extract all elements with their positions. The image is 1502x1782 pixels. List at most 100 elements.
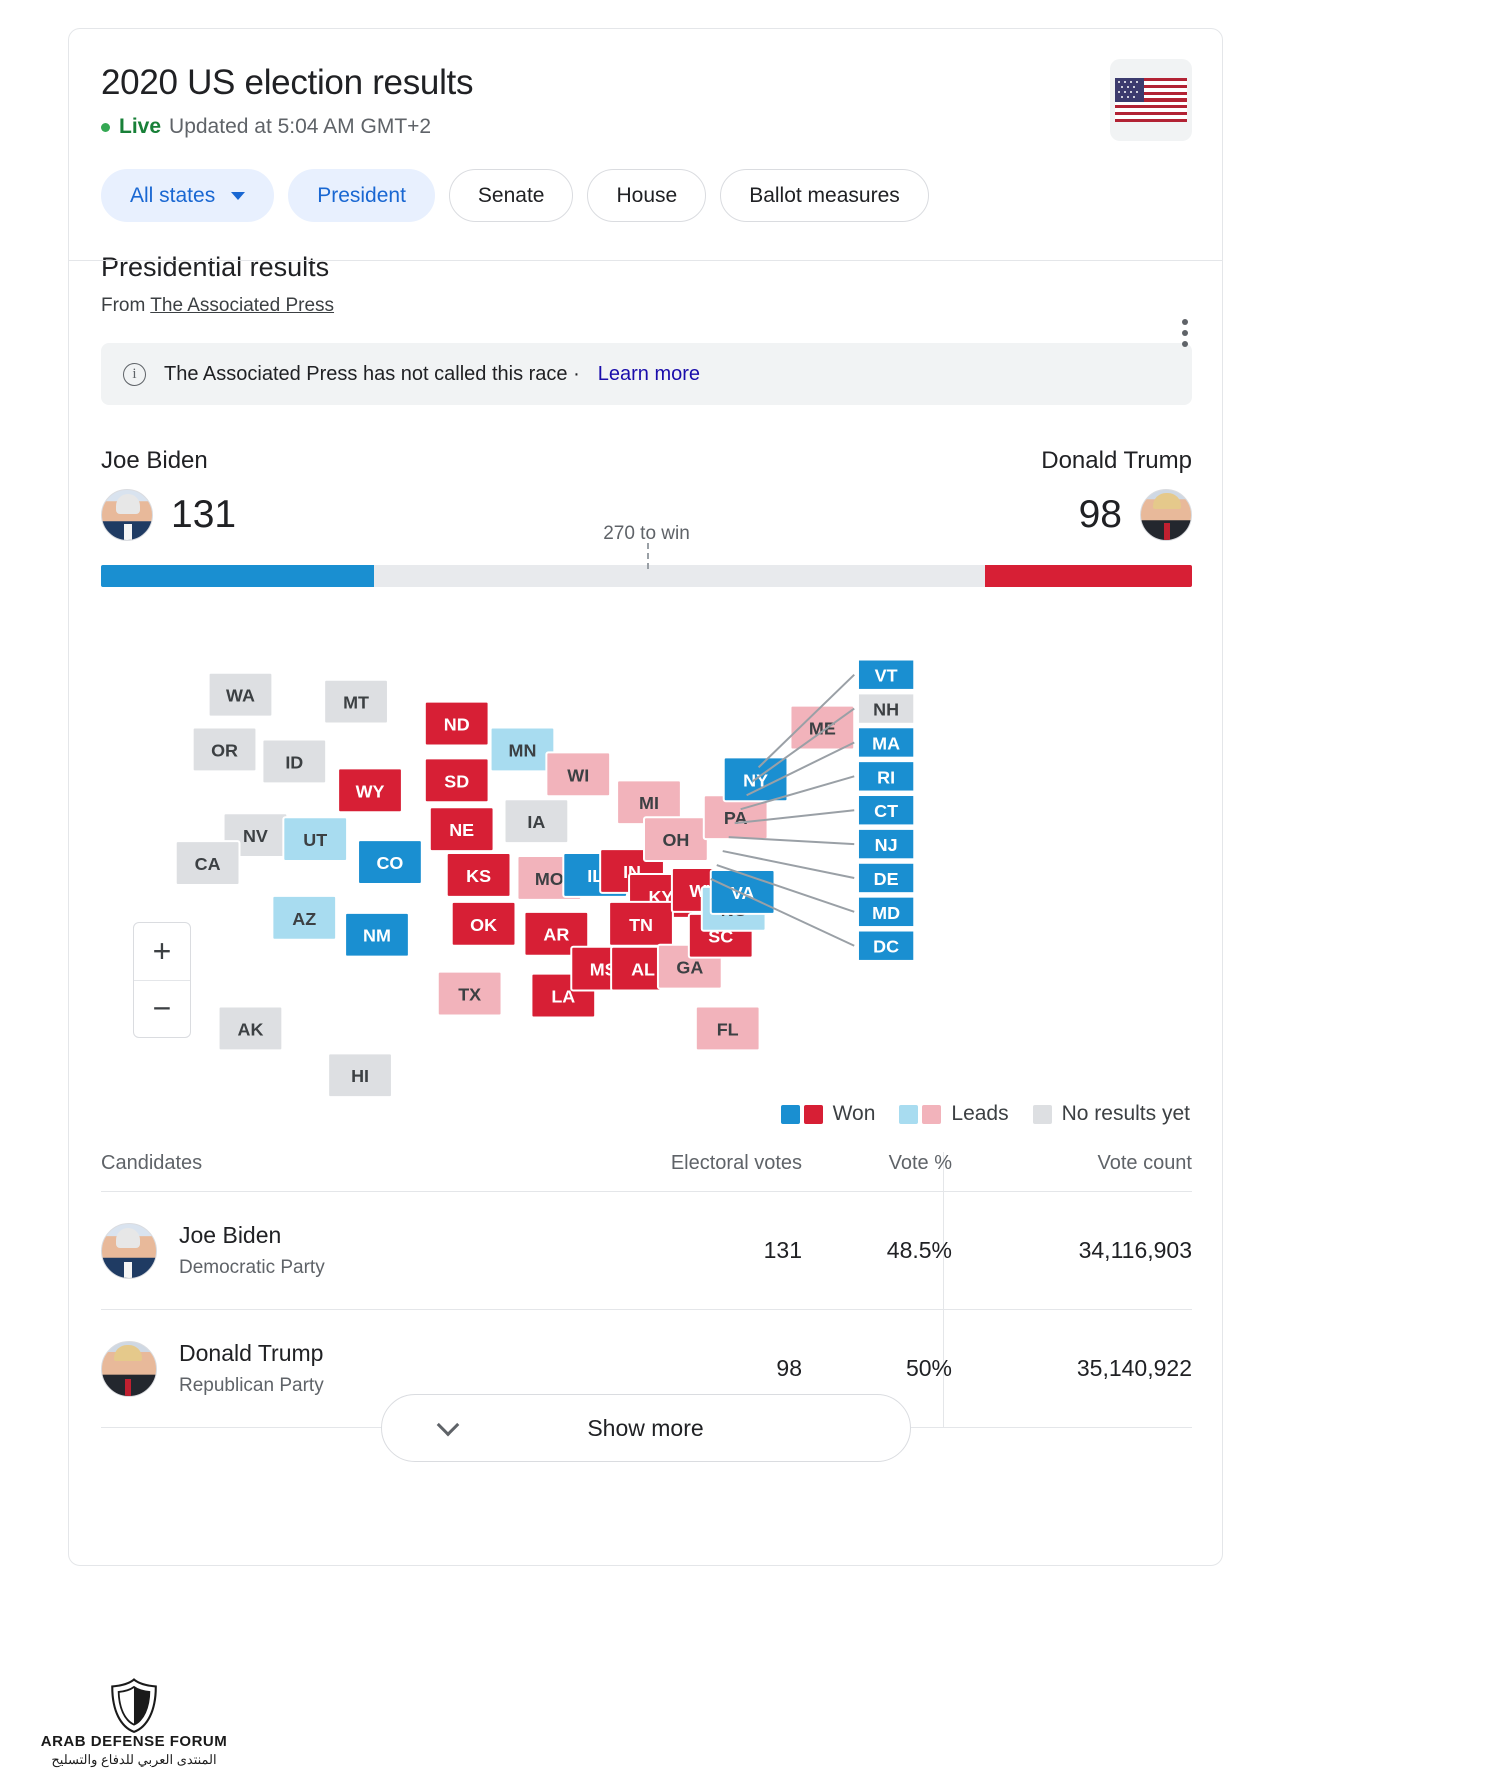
page-root: 2020 US election results Live Updated at… bbox=[0, 0, 1502, 1782]
kebab-menu-icon[interactable] bbox=[1182, 319, 1188, 347]
zoom-in-button[interactable]: + bbox=[134, 923, 190, 981]
map-legend: Won Leads No results yet bbox=[781, 1102, 1190, 1126]
map-state-label-ks: KS bbox=[466, 866, 491, 886]
legend-leads-label: Leads bbox=[951, 1102, 1008, 1126]
map-zoom-controls[interactable]: + − bbox=[133, 922, 191, 1038]
live-label: Live bbox=[119, 115, 161, 139]
map-state-label-me: ME bbox=[809, 718, 836, 738]
legend-won-label: Won bbox=[833, 1102, 876, 1126]
source-link[interactable]: The Associated Press bbox=[150, 295, 334, 316]
map-state-label-wi: WI bbox=[567, 765, 589, 785]
to-win-label: 270 to win bbox=[101, 523, 1192, 545]
table-row[interactable]: Joe Biden Democratic Party 131 48.5% 34,… bbox=[101, 1192, 1192, 1309]
trump-avatar bbox=[1140, 489, 1192, 541]
header-divider bbox=[69, 260, 1222, 261]
row-electoral-votes: 98 bbox=[582, 1355, 802, 1382]
map-state-label-ut: UT bbox=[303, 830, 327, 850]
chip-ballot-measures-label: Ballot measures bbox=[749, 184, 900, 208]
flag-graphic bbox=[1115, 78, 1187, 122]
right-candidate-name: Donald Trump bbox=[1041, 447, 1192, 475]
map-callout-label-dc: DC bbox=[873, 937, 899, 957]
map-state-label-nv: NV bbox=[243, 826, 268, 846]
map-callout-label-ct: CT bbox=[874, 801, 898, 821]
map-state-label-wy: WY bbox=[356, 781, 385, 801]
info-icon: i bbox=[123, 363, 146, 386]
callout-leader-line bbox=[729, 837, 855, 844]
row-vote-pct: 48.5% bbox=[802, 1237, 952, 1264]
filter-chips: All states President Senate House Ballot… bbox=[69, 139, 1222, 222]
card-header: 2020 US election results Live Updated at… bbox=[69, 29, 1222, 139]
table-header-row: Candidates Electoral votes Vote % Vote c… bbox=[101, 1152, 1192, 1191]
us-results-map[interactable]: WAORIDMTNVCAUTAZWYCONMNDSDNEKSOKTXMNIAMO… bbox=[101, 617, 1192, 1122]
show-more-button[interactable]: Show more bbox=[381, 1394, 911, 1462]
map-state-label-ne: NE bbox=[449, 820, 474, 840]
map-state-label-co: CO bbox=[376, 853, 403, 873]
map-state-label-mt: MT bbox=[343, 693, 369, 713]
map-state-label-id: ID bbox=[285, 752, 303, 772]
legend-won-swatches bbox=[781, 1105, 823, 1124]
notice-text: The Associated Press has not called this… bbox=[164, 363, 580, 386]
map-callout-label-ri: RI bbox=[877, 767, 895, 787]
watermark-line1: ARAB DEFENSE FORUM bbox=[14, 1733, 254, 1750]
chip-president[interactable]: President bbox=[288, 169, 435, 222]
map-state-label-tx: TX bbox=[458, 985, 481, 1005]
chip-house[interactable]: House bbox=[587, 169, 706, 222]
chip-all-states[interactable]: All states bbox=[101, 169, 274, 222]
chevron-down-icon bbox=[231, 192, 245, 200]
map-state-label-mi: MI bbox=[639, 793, 659, 813]
map-state-label-wa: WA bbox=[226, 686, 255, 706]
map-callout-label-nj: NJ bbox=[875, 835, 898, 855]
row-candidate-name: Joe Biden bbox=[179, 1222, 325, 1249]
map-state-label-az: AZ bbox=[292, 909, 316, 929]
chip-senate[interactable]: Senate bbox=[449, 169, 574, 222]
updated-text: Updated at 5:04 AM GMT+2 bbox=[169, 115, 431, 139]
progress-republican bbox=[985, 565, 1192, 587]
270-threshold-marker bbox=[647, 543, 649, 569]
map-state-label-ak: AK bbox=[238, 1019, 264, 1039]
map-callout-label-vt: VT bbox=[875, 666, 898, 686]
row-party: Democratic Party bbox=[179, 1257, 325, 1279]
th-candidates: Candidates bbox=[101, 1152, 582, 1191]
chip-house-label: House bbox=[616, 184, 677, 208]
legend-leads-swatches bbox=[899, 1105, 941, 1124]
map-state-label-tn: TN bbox=[629, 915, 653, 935]
row-vote-count: 35,140,922 bbox=[952, 1355, 1192, 1382]
map-state-label-mn: MN bbox=[509, 740, 537, 760]
map-state-label-fl: FL bbox=[717, 1019, 739, 1039]
presidential-results-section: Presidential results From The Associated… bbox=[69, 252, 1222, 1122]
chip-senate-label: Senate bbox=[478, 184, 545, 208]
chip-ballot-measures[interactable]: Ballot measures bbox=[720, 169, 929, 222]
legend-none-label: No results yet bbox=[1062, 1102, 1190, 1126]
map-state-label-al: AL bbox=[631, 960, 655, 980]
th-vote-count: Vote count bbox=[952, 1152, 1192, 1191]
map-state-label-oh: OH bbox=[662, 830, 689, 850]
row-party: Republican Party bbox=[179, 1375, 324, 1397]
map-state-label-or: OR bbox=[211, 740, 238, 760]
candidates-table: Candidates Electoral votes Vote % Vote c… bbox=[69, 1152, 1222, 1428]
map-state-label-ga: GA bbox=[676, 958, 703, 978]
zoom-out-button[interactable]: − bbox=[134, 981, 190, 1038]
map-state-label-nm: NM bbox=[363, 926, 391, 946]
th-electoral-votes: Electoral votes bbox=[582, 1152, 802, 1191]
map-callout-label-de: DE bbox=[874, 869, 899, 889]
race-not-called-notice: i The Associated Press has not called th… bbox=[101, 343, 1192, 405]
section-source: From The Associated Press bbox=[101, 295, 1192, 317]
electoral-progress-bar bbox=[101, 565, 1192, 587]
map-state-label-hi: HI bbox=[351, 1066, 369, 1086]
live-status: Live Updated at 5:04 AM GMT+2 bbox=[101, 115, 1192, 139]
biden-avatar bbox=[101, 1223, 157, 1279]
us-flag-icon bbox=[1110, 59, 1192, 141]
learn-more-link[interactable]: Learn more bbox=[598, 363, 700, 386]
forum-watermark: 🛡 ARAB DEFENSE FORUM المنتدى العربي للدف… bbox=[14, 1679, 254, 1768]
progress-democrat bbox=[101, 565, 374, 587]
map-state-label-ca: CA bbox=[195, 854, 221, 874]
election-results-card: 2020 US election results Live Updated at… bbox=[68, 28, 1223, 1566]
map-callout-label-ma: MA bbox=[872, 733, 900, 753]
chip-all-states-label: All states bbox=[130, 184, 215, 208]
chip-president-label: President bbox=[317, 184, 406, 208]
map-svg[interactable]: WAORIDMTNVCAUTAZWYCONMNDSDNEKSOKTXMNIAMO… bbox=[101, 617, 1192, 1122]
map-state-label-sd: SD bbox=[444, 771, 469, 791]
map-callout-label-md: MD bbox=[872, 903, 900, 923]
row-candidate-name: Donald Trump bbox=[179, 1340, 324, 1367]
th-vote-pct: Vote % bbox=[802, 1152, 952, 1191]
